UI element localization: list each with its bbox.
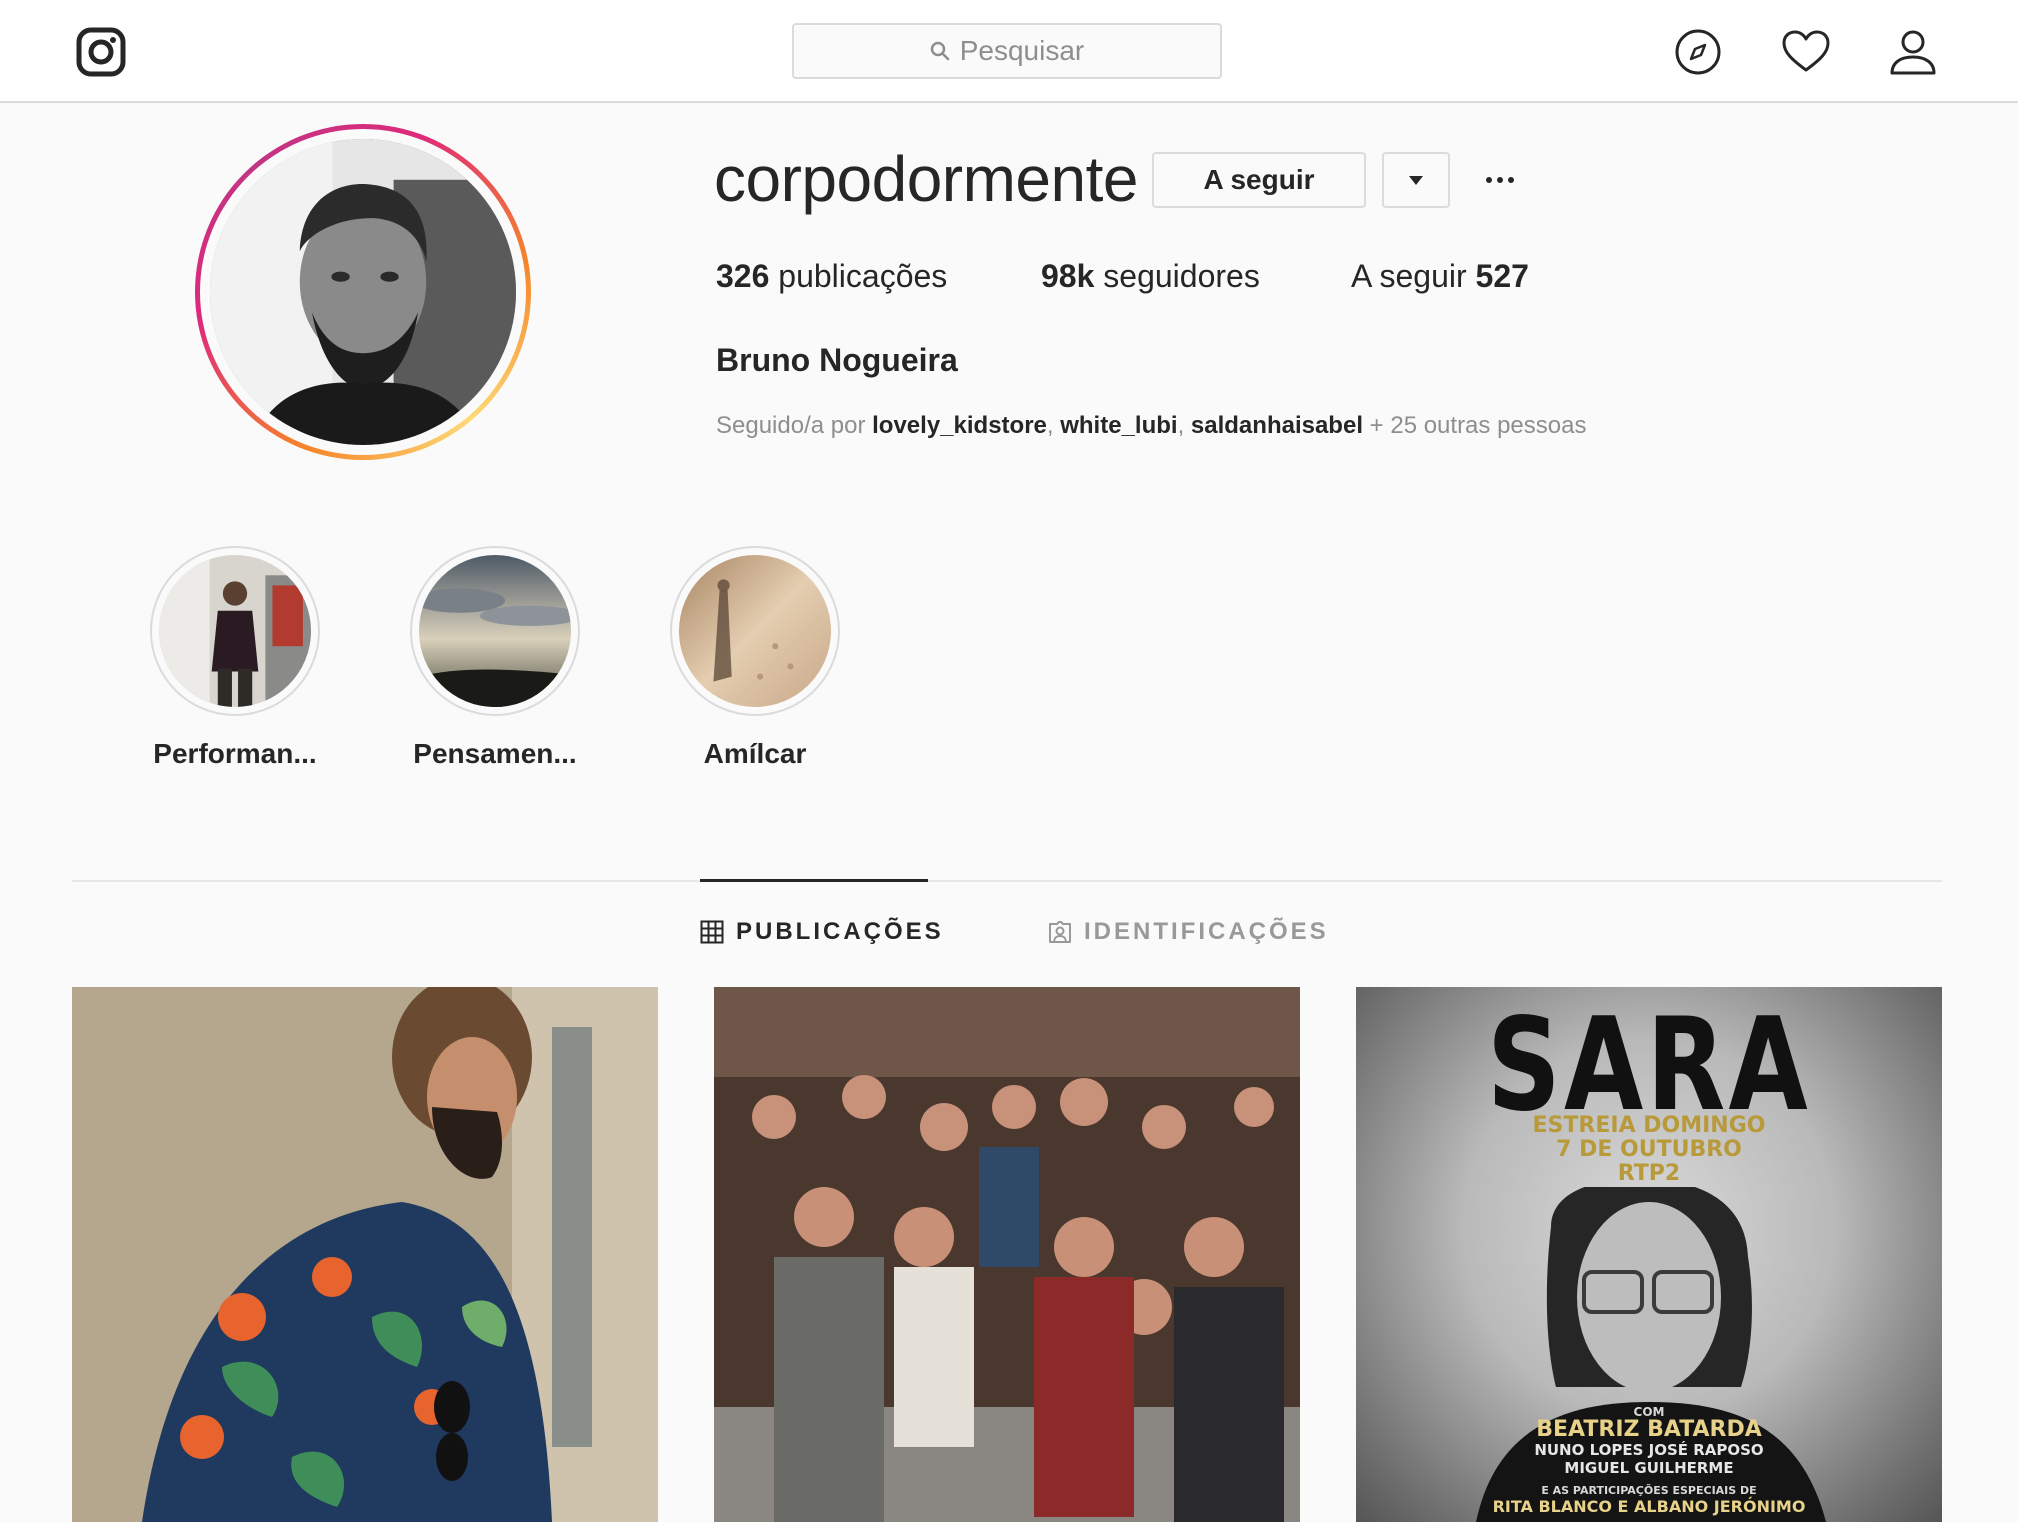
tab-tagged-label: IDENTIFICAÇÕES — [1084, 918, 1329, 945]
following-button[interactable]: A seguir — [1152, 152, 1366, 208]
posts-label: publicações — [778, 258, 948, 294]
post-thumbnail[interactable]: SARA ESTREIA DOMINGO 7 DE OUTUBRO RTP2 C… — [1356, 987, 1942, 1522]
search-icon — [930, 41, 949, 61]
followed-by-user-link[interactable]: white_lubi — [1060, 412, 1177, 439]
followed-by-text: Seguido/a por lovely_kidstore, white_lub… — [716, 412, 1587, 439]
tabs-divider — [72, 880, 1942, 882]
tab-posts-label: PUBLICAÇÕES — [736, 918, 944, 945]
followed-by-user-link[interactable]: saldanhaisabel — [1191, 412, 1363, 439]
story-highlight[interactable]: Performan... — [150, 546, 320, 770]
poster-date-line: 7 DE OUTUBRO — [1556, 1137, 1742, 1162]
highlight-label: Amílcar — [703, 738, 807, 769]
followers-count: 98k — [1041, 258, 1095, 294]
following-stat[interactable]: A seguir 527 — [1351, 258, 1529, 295]
posts-count: 326 — [716, 258, 770, 294]
tagged-person-icon — [1049, 921, 1071, 943]
followers-stat[interactable]: 98k seguidores — [1041, 258, 1260, 295]
instagram-logo-icon[interactable] — [76, 27, 126, 77]
poster-premiere-line: ESTREIA DOMINGO — [1532, 1113, 1766, 1138]
post-thumbnail[interactable] — [714, 987, 1300, 1522]
top-navigation-bar: Pesquisar — [0, 0, 2018, 103]
grid-icon — [700, 920, 724, 944]
post-thumbnail[interactable] — [72, 987, 658, 1522]
suggested-accounts-dropdown-button[interactable] — [1382, 152, 1450, 208]
search-placeholder: Pesquisar — [959, 35, 1085, 66]
poster-channel-line: RTP2 — [1617, 1161, 1681, 1186]
explore-compass-icon[interactable] — [1673, 27, 1723, 77]
more-options-icon[interactable] — [1483, 165, 1517, 195]
followed-by-user-link[interactable]: lovely_kidstore — [872, 412, 1047, 439]
active-tab-indicator — [700, 879, 928, 882]
poster-special-names: RITA BLANCO E ALBANO JERÓNIMO — [1492, 1497, 1806, 1516]
profile-username: corpodormente — [714, 143, 1138, 215]
tab-posts[interactable]: PUBLICAÇÕES — [700, 918, 944, 946]
search-input[interactable]: Pesquisar — [792, 23, 1222, 79]
activity-heart-icon[interactable] — [1781, 27, 1831, 77]
avatar — [210, 139, 516, 445]
profile-user-icon[interactable] — [1888, 27, 1938, 77]
followed-by-more-link[interactable]: + 25 outras pessoas — [1370, 412, 1587, 439]
story-highlight[interactable]: Amílcar — [670, 546, 840, 770]
poster-cast-line: MIGUEL GUILHERME — [1564, 1459, 1734, 1477]
following-count: 527 — [1475, 258, 1529, 294]
highlight-cover-image — [159, 555, 311, 707]
highlight-label: Performan... — [153, 738, 317, 769]
following-label: A seguir — [1351, 258, 1467, 294]
posts-count-stat: 326 publicações — [716, 258, 947, 295]
highlight-cover-image — [679, 555, 831, 707]
avatar-portrait-image — [210, 139, 516, 445]
post-image — [72, 987, 658, 1522]
followers-label: seguidores — [1103, 258, 1260, 294]
highlight-cover-image — [419, 555, 571, 707]
profile-full-name: Bruno Nogueira — [716, 342, 958, 378]
poster-cast-line: NUNO LOPES JOSÉ RAPOSO — [1534, 1441, 1764, 1459]
poster-star-name: BEATRIZ BATARDA — [1536, 1417, 1762, 1442]
highlight-label: Pensamen... — [413, 738, 577, 769]
story-highlight[interactable]: Pensamen... — [410, 546, 580, 770]
followed-by-prefix: Seguido/a por — [716, 412, 866, 439]
post-image — [714, 987, 1300, 1522]
tab-tagged[interactable]: IDENTIFICAÇÕES — [1048, 918, 1329, 946]
caret-down-icon — [1409, 176, 1423, 185]
profile-avatar-story-ring[interactable] — [195, 124, 531, 460]
poster-special-label: E AS PARTICIPAÇÕES ESPECIAIS DE — [1541, 1484, 1757, 1497]
